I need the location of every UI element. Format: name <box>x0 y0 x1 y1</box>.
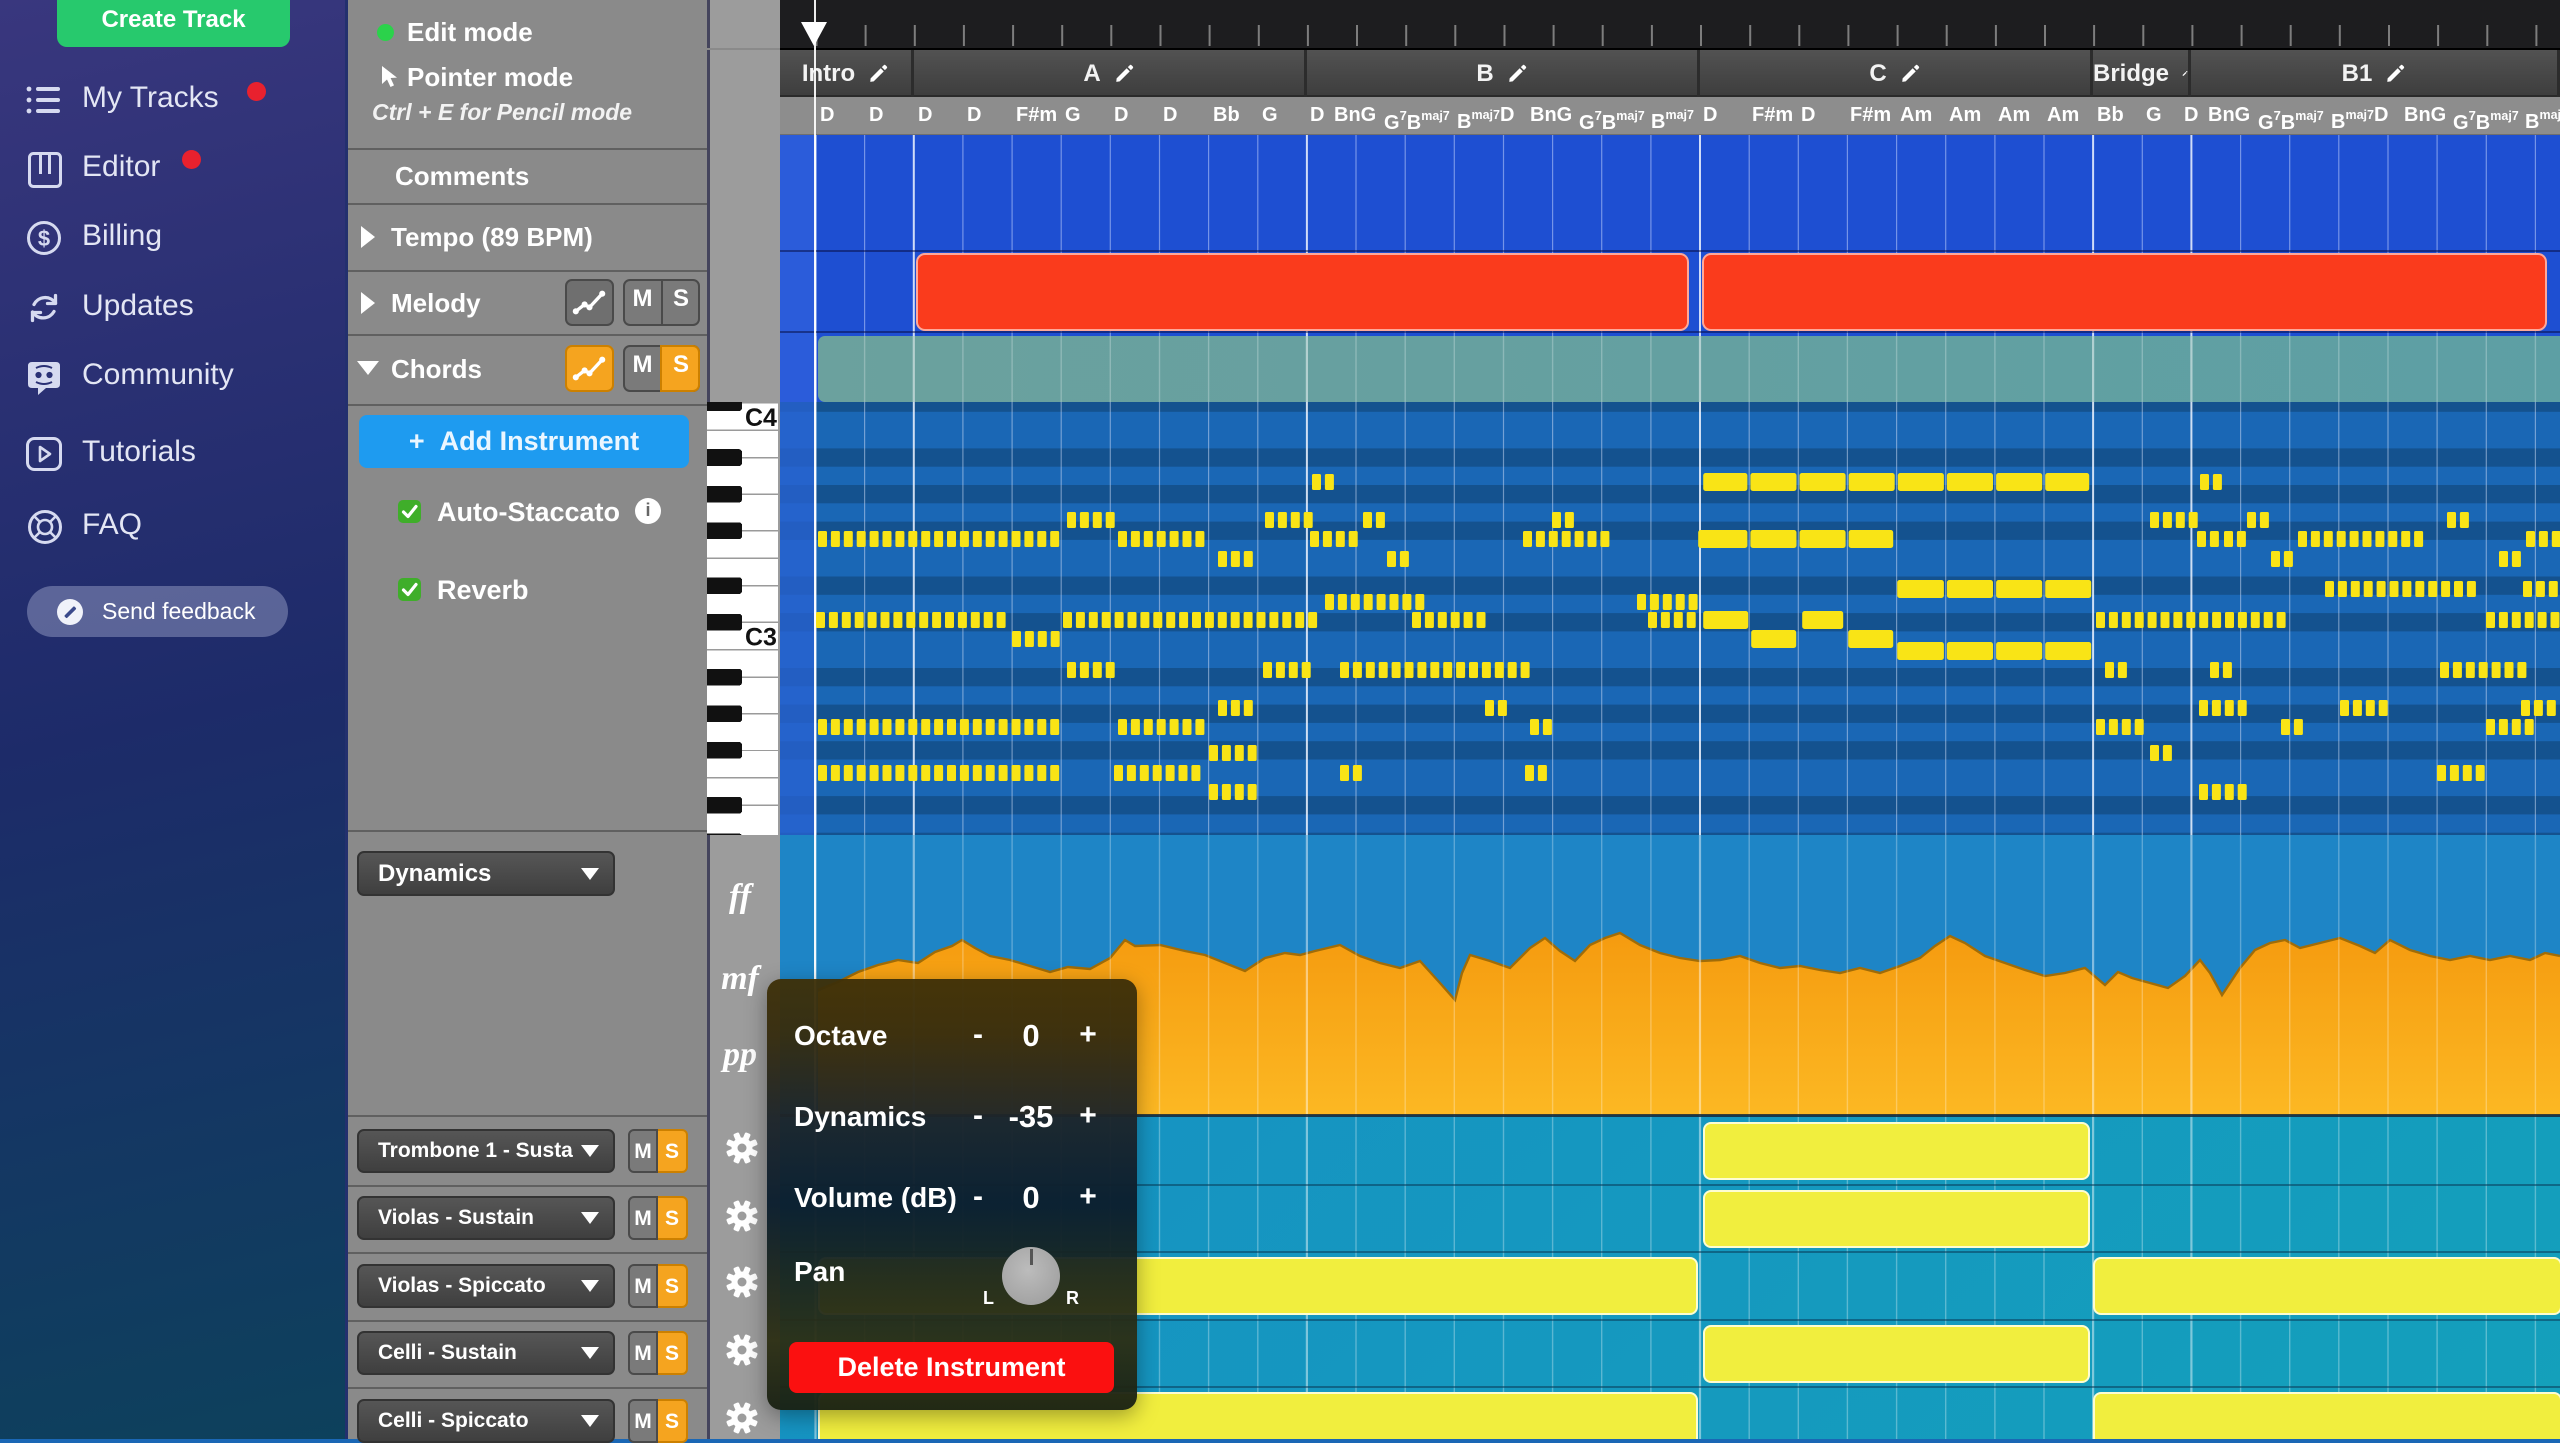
svg-text:$: $ <box>38 226 50 251</box>
svg-text:C4: C4 <box>745 404 777 432</box>
svg-text:C3: C3 <box>745 624 777 652</box>
